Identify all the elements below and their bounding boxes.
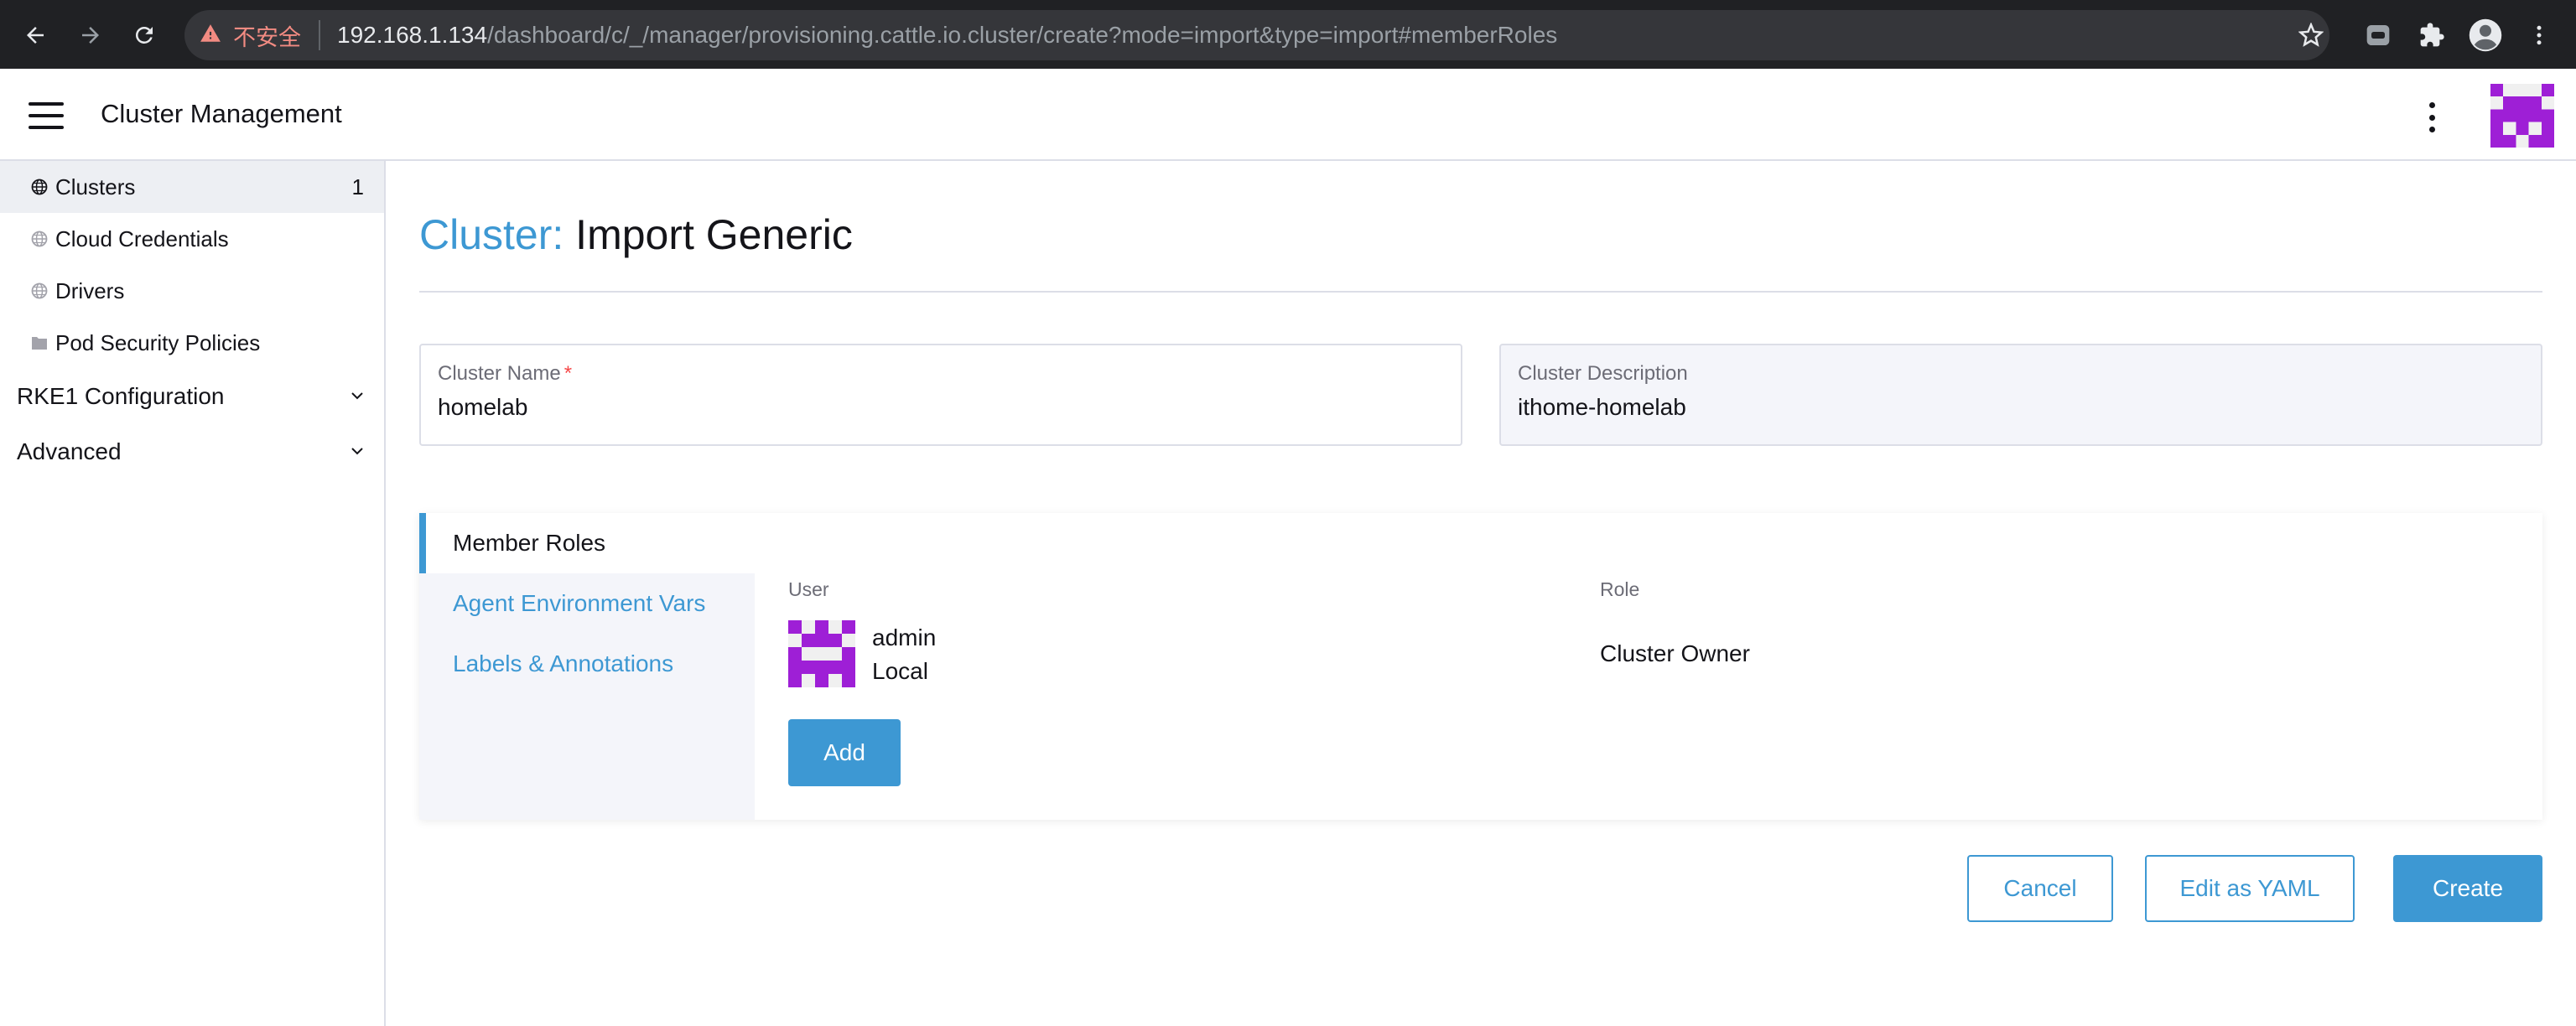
chevron-down-icon: [351, 448, 363, 455]
security-indicator[interactable]: 不安全: [200, 18, 301, 52]
member-avatar: [788, 620, 855, 687]
member-source: Local: [872, 658, 928, 684]
sidebar: Clusters 1 Cloud Credentials Drivers Pod…: [0, 161, 386, 1026]
title-divider: [419, 291, 2542, 293]
sidebar-item-label: Drivers: [55, 277, 125, 303]
tab-list: Member Roles Agent Environment Vars Labe…: [419, 513, 755, 820]
sidebar-item-drivers[interactable]: Drivers: [0, 265, 384, 317]
puzzle-icon[interactable]: [2412, 15, 2452, 55]
sidebar-item-label: Pod Security Policies: [55, 329, 261, 355]
sidebar-item-pod-security-policies[interactable]: Pod Security Policies: [0, 317, 384, 369]
url-host: 192.168.1.134: [337, 22, 488, 48]
warning-icon: [200, 23, 221, 49]
user-column-header: User: [788, 578, 829, 600]
line-extension-icon[interactable]: [2358, 15, 2398, 55]
sidebar-item-label: Clusters: [55, 174, 136, 200]
folder-icon: [30, 334, 49, 352]
browser-toolbar: 不安全 192.168.1.134/dashboard/c/_/manager/…: [0, 0, 2576, 69]
sidebar-item-cloud-credentials[interactable]: Cloud Credentials: [0, 213, 384, 265]
chevron-down-icon: [351, 392, 363, 400]
globe-icon: [30, 282, 49, 300]
sidebar-group-advanced[interactable]: Advanced: [0, 426, 384, 478]
user-avatar[interactable]: [2490, 84, 2554, 148]
url-divider: [319, 20, 320, 50]
url-text[interactable]: 192.168.1.134/dashboard/c/_/manager/prov…: [337, 17, 1557, 54]
cluster-name-label: Cluster Name *: [438, 362, 572, 386]
security-text: 不安全: [233, 24, 301, 51]
sidebar-group-label: Advanced: [17, 438, 122, 464]
page-title: Cluster: Import Generic: [419, 210, 853, 260]
tab-labels-annotations[interactable]: Labels & Annotations: [419, 634, 755, 694]
create-button[interactable]: Create: [2393, 855, 2542, 922]
sidebar-group-rke1-configuration[interactable]: RKE1 Configuration: [0, 370, 384, 422]
more-vert-icon[interactable]: [2519, 15, 2559, 55]
required-mark: *: [564, 362, 573, 385]
sidebar-group-label: RKE1 Configuration: [17, 383, 225, 409]
app-header: Cluster Management: [0, 69, 2576, 161]
globe-icon: [30, 178, 49, 196]
cluster-description-field[interactable]: Cluster Description: [1499, 344, 2542, 446]
header-more-icon[interactable]: [2415, 99, 2449, 136]
cluster-description-label: Cluster Description: [1518, 362, 1688, 385]
tab-member-roles[interactable]: Member Roles: [419, 513, 755, 573]
app-title: Cluster Management: [101, 99, 342, 128]
back-arrow-icon[interactable]: [15, 15, 55, 55]
edit-as-yaml-button[interactable]: Edit as YAML: [2145, 855, 2355, 922]
cluster-name-input[interactable]: [438, 394, 1427, 421]
cluster-name-field[interactable]: Cluster Name *: [419, 344, 1462, 446]
forward-arrow-icon[interactable]: [70, 15, 111, 55]
page-title-name: Import Generic: [575, 211, 853, 258]
cluster-count: 1: [351, 174, 364, 200]
globe-icon: [30, 230, 49, 248]
role-column-header: Role: [1600, 578, 1640, 600]
page-title-prefix[interactable]: Cluster:: [419, 211, 564, 258]
member-role: Cluster Owner: [1600, 640, 1750, 666]
add-member-button[interactable]: Add: [788, 719, 901, 786]
profile-icon[interactable]: [2465, 15, 2506, 55]
menu-icon[interactable]: [25, 99, 67, 132]
sidebar-item-clusters[interactable]: Clusters 1: [0, 161, 384, 213]
tab-agent-environment-vars[interactable]: Agent Environment Vars: [419, 573, 755, 634]
member-name: admin: [872, 624, 937, 650]
star-icon[interactable]: [2291, 15, 2331, 55]
cluster-description-input[interactable]: [1518, 394, 2507, 421]
url-path: /dashboard/c/_/manager/provisioning.catt…: [487, 22, 1558, 48]
cluster-name-label-text: Cluster Name: [438, 362, 561, 385]
reload-icon[interactable]: [124, 15, 164, 55]
tabs-panel: Member Roles Agent Environment Vars Labe…: [419, 513, 2542, 820]
sidebar-item-label: Cloud Credentials: [55, 225, 229, 251]
cancel-button[interactable]: Cancel: [1967, 855, 2113, 922]
